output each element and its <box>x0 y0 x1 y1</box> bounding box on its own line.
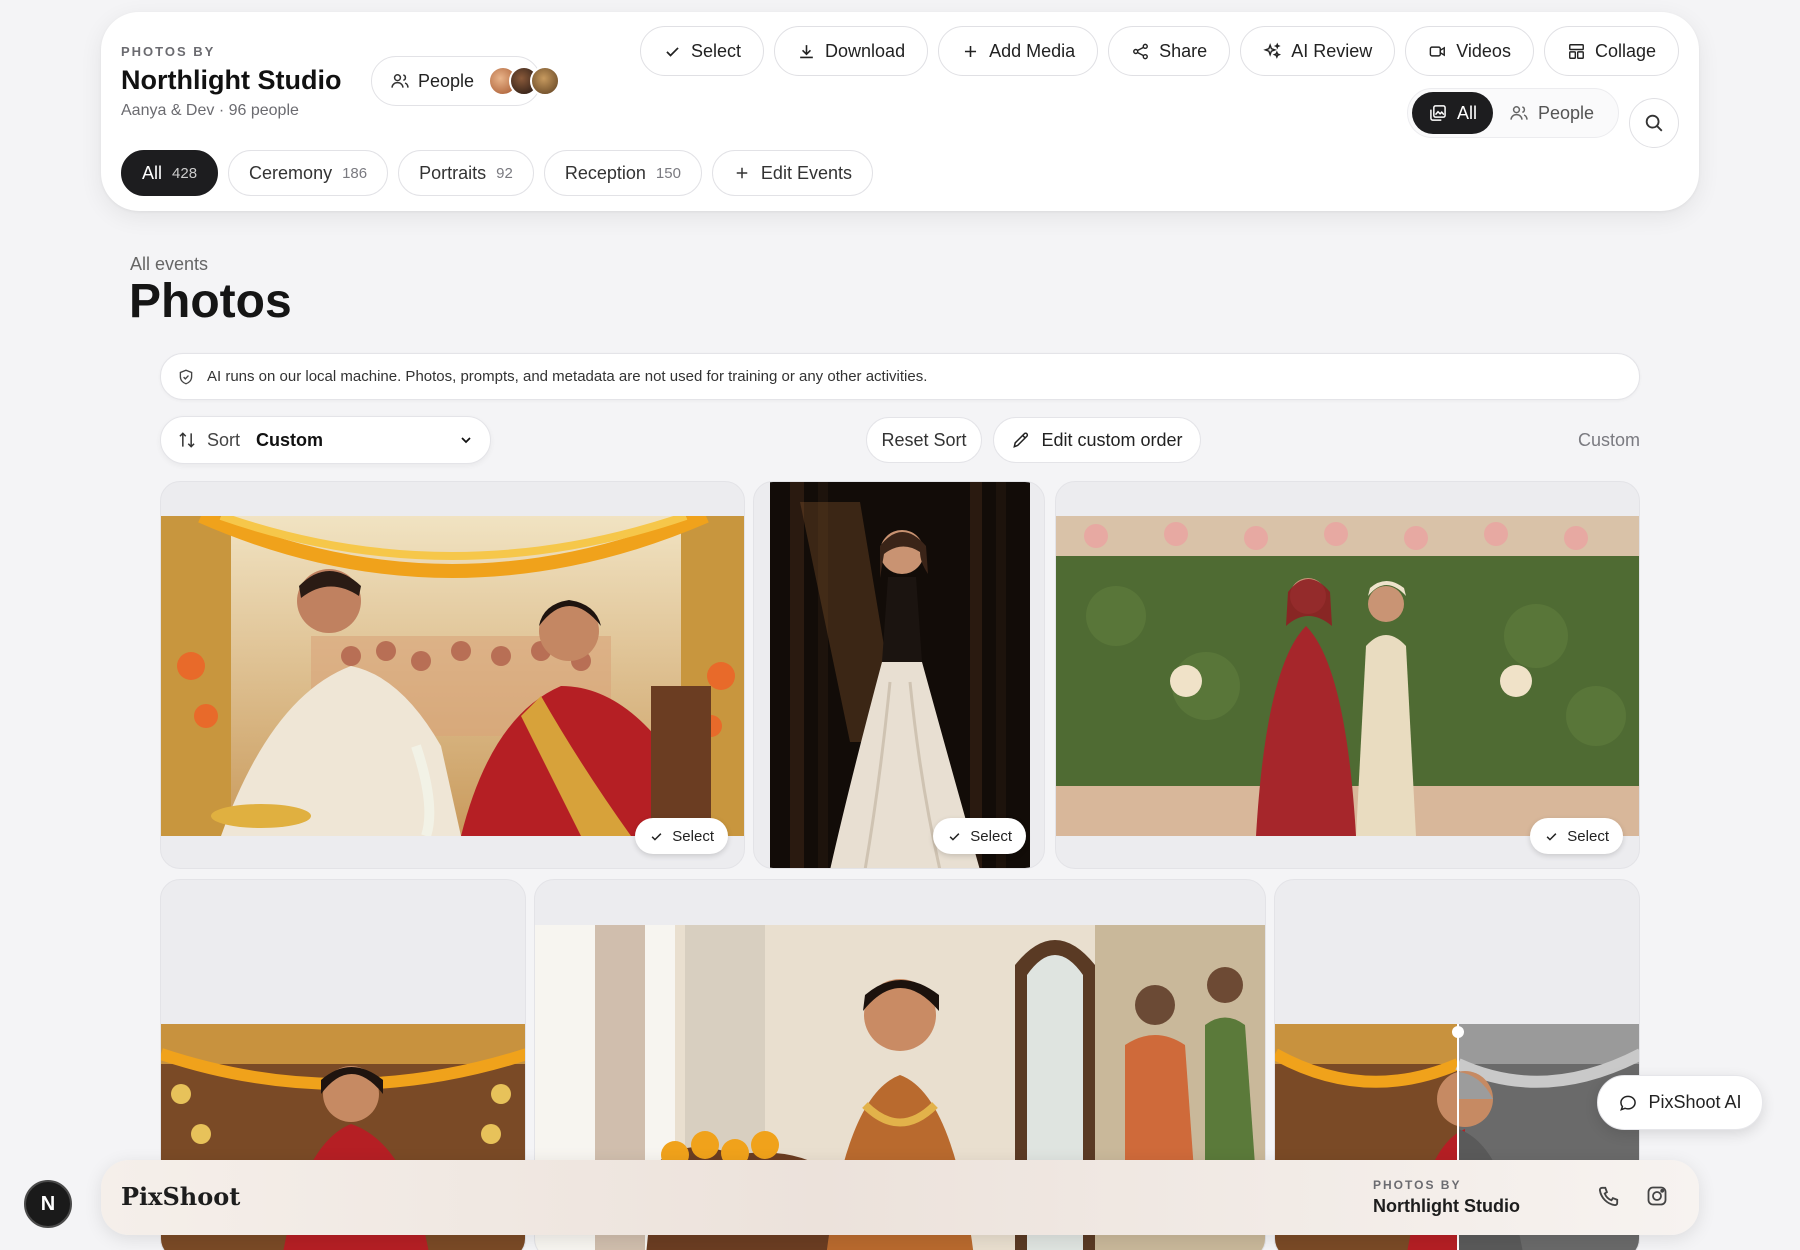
share-button[interactable]: Share <box>1108 26 1231 76</box>
ai-notice-text: AI runs on our local machine. Photos, pr… <box>207 368 928 385</box>
pixshoot-ai-button[interactable]: PixShoot AI <box>1597 1075 1763 1130</box>
view-people-toggle[interactable]: People <box>1493 92 1610 134</box>
instagram-icon[interactable] <box>1645 1184 1671 1210</box>
download-icon <box>797 42 816 61</box>
view-people-label: People <box>1538 102 1595 123</box>
photo-select-label: Select <box>1567 827 1609 845</box>
collage-icon <box>1567 42 1586 61</box>
videos-button[interactable]: Videos <box>1405 26 1534 76</box>
people-icon <box>390 71 410 91</box>
photo-select-label: Select <box>970 827 1012 845</box>
edit-events-button[interactable]: Edit Events <box>711 150 873 196</box>
add-media-label: Add Media <box>989 40 1076 61</box>
sparkles-icon <box>1263 42 1282 61</box>
photo-tile[interactable]: Select <box>160 481 745 869</box>
view-all-toggle[interactable]: All <box>1412 92 1494 134</box>
shield-check-icon <box>177 368 195 386</box>
view-all-label: All <box>1457 102 1478 123</box>
ai-review-button[interactable]: AI Review <box>1240 26 1396 76</box>
check-icon <box>663 42 682 61</box>
n-badge[interactable]: N <box>24 1180 72 1228</box>
select-button[interactable]: Select <box>640 26 765 76</box>
pencil-icon <box>1011 430 1031 450</box>
share-icon <box>1131 42 1150 61</box>
header-card: PHOTOS BY Northlight Studio Aanya & Dev … <box>101 12 1699 211</box>
edit-custom-order-button[interactable]: Edit custom order <box>993 417 1201 463</box>
event-tab-label: All <box>142 162 163 183</box>
view-toggle: All People <box>1407 88 1619 138</box>
photo-ceremony-garland <box>161 516 744 836</box>
event-subtitle: Aanya & Dev · 96 people <box>121 102 299 119</box>
plus-icon <box>961 42 980 61</box>
brand-block: PHOTOS BY Northlight Studio Aanya & Dev … <box>121 44 341 120</box>
event-tab-reception[interactable]: Reception 150 <box>543 150 702 196</box>
breadcrumb: All events <box>130 254 209 274</box>
sort-arrows-icon <box>177 430 197 450</box>
phone-icon[interactable] <box>1595 1184 1621 1210</box>
event-tab-portraits[interactable]: Portraits 92 <box>398 150 534 196</box>
sort-label: Sort <box>207 429 241 450</box>
photo-select-button[interactable]: Select <box>933 818 1026 854</box>
sort-value: Custom <box>256 429 324 450</box>
studio-name: Northlight Studio <box>121 65 342 95</box>
collage-label: Collage <box>1594 40 1656 61</box>
photo-select-button[interactable]: Select <box>1530 818 1623 854</box>
event-tab-count: 92 <box>496 164 513 182</box>
event-tab-count: 186 <box>342 164 368 182</box>
event-tab-ceremony[interactable]: Ceremony 186 <box>228 150 389 196</box>
select-label: Select <box>691 40 742 61</box>
sort-select[interactable]: Sort Custom <box>160 416 491 464</box>
pixshoot-ai-label: PixShoot AI <box>1648 1092 1742 1112</box>
gallery-icon <box>1428 103 1448 123</box>
photo-couple-green-wall <box>1056 516 1639 836</box>
photo-select-label: Select <box>672 827 714 845</box>
edit-custom-order-label: Edit custom order <box>1041 429 1183 450</box>
share-label: Share <box>1159 40 1208 61</box>
ai-privacy-notice: AI runs on our local machine. Photos, pr… <box>160 353 1640 400</box>
reset-sort-button[interactable]: Reset Sort <box>866 417 982 463</box>
photo-tile[interactable]: Select <box>1055 481 1640 869</box>
photo-tile[interactable]: Select <box>753 481 1045 869</box>
footer-studio-name: Northlight Studio <box>1373 1196 1520 1216</box>
videos-label: Videos <box>1456 40 1511 61</box>
search-button[interactable] <box>1629 98 1679 148</box>
download-label: Download <box>825 40 906 61</box>
people-label: People <box>418 70 475 91</box>
search-icon <box>1643 112 1665 134</box>
check-icon <box>947 829 962 844</box>
event-tab-label: Reception <box>564 162 646 183</box>
footer-kicker: PHOTOS BY <box>1373 1178 1462 1192</box>
edit-events-label: Edit Events <box>760 162 852 183</box>
avatar <box>530 66 561 96</box>
event-tab-count: 428 <box>172 164 198 182</box>
check-icon <box>1544 829 1559 844</box>
event-tab-label: Portraits <box>419 162 487 183</box>
chevron-down-icon <box>458 432 474 448</box>
pixshoot-logo[interactable]: PixShoot <box>121 1182 240 1211</box>
people-button[interactable]: People <box>371 56 561 106</box>
add-media-button[interactable]: Add Media <box>938 26 1099 76</box>
event-tab-label: Ceremony <box>249 162 333 183</box>
chat-bubble-icon <box>1618 1093 1638 1113</box>
plus-icon <box>733 164 751 182</box>
check-icon <box>649 829 664 844</box>
people-avatars <box>488 66 561 96</box>
footer-bar: PixShoot PHOTOS BY Northlight Studio <box>101 1160 1699 1235</box>
ai-review-label: AI Review <box>1291 40 1373 61</box>
download-button[interactable]: Download <box>774 26 929 76</box>
event-tab-count: 150 <box>655 164 681 182</box>
collage-button[interactable]: Collage <box>1543 26 1679 76</box>
photo-portrait-gown <box>770 482 1030 868</box>
event-tabs: All 428 Ceremony 186 Portraits 92 Recept… <box>121 150 873 196</box>
people-icon <box>1509 103 1529 123</box>
photo-select-button[interactable]: Select <box>635 818 728 854</box>
brand-kicker: PHOTOS BY <box>121 44 216 59</box>
toolbar: Select Download Add Media Share AI Revie… <box>640 26 1679 76</box>
event-tab-all[interactable]: All 428 <box>121 150 219 196</box>
page-title: Photos <box>129 275 292 328</box>
sort-mode-label: Custom <box>1577 430 1640 450</box>
video-camera-icon <box>1428 42 1447 61</box>
